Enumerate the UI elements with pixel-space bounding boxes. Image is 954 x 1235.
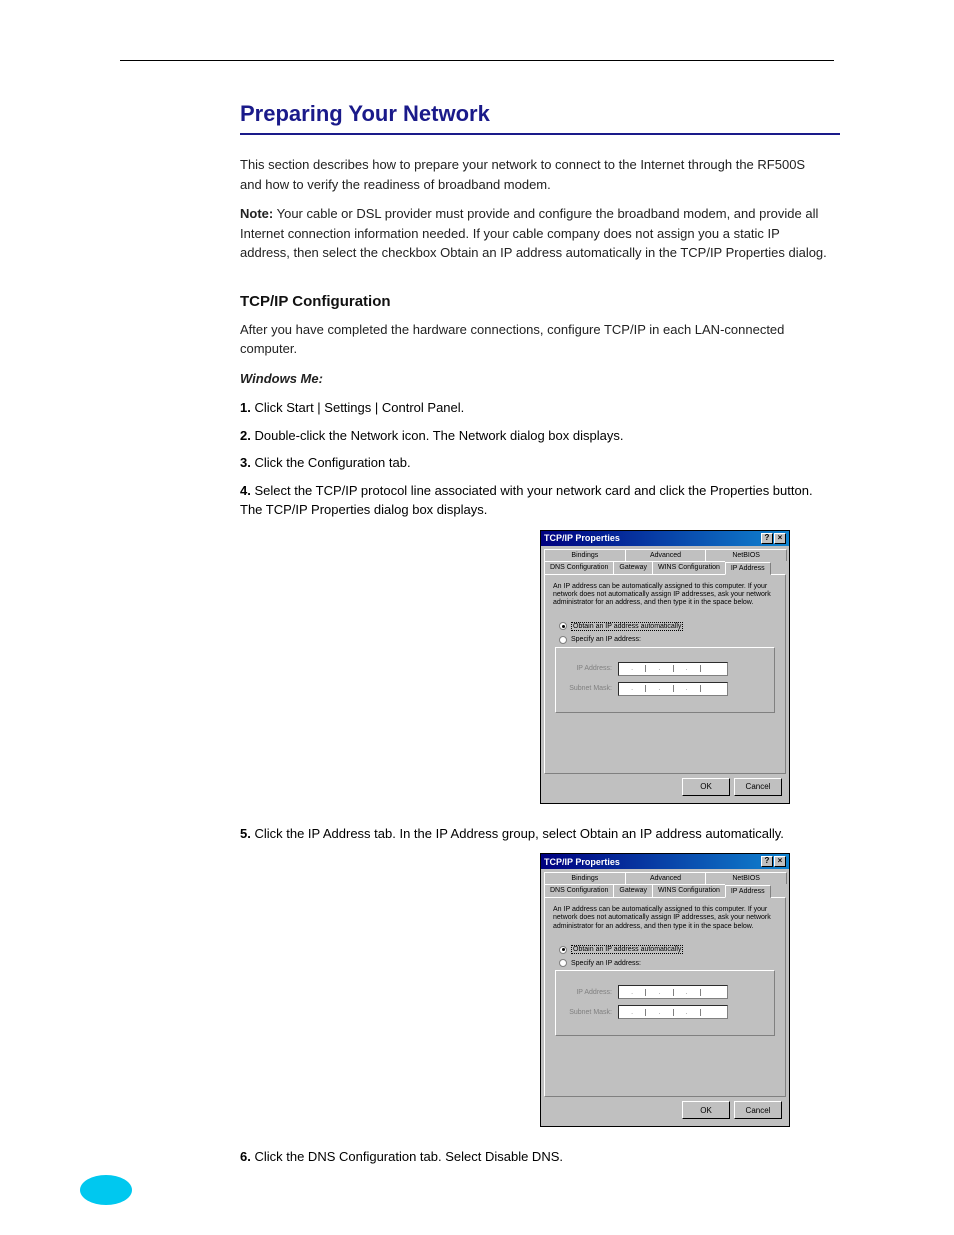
tab-wins[interactable]: WINS Configuration [652,884,726,897]
close-icon[interactable]: × [774,856,786,867]
radio-icon [559,622,567,630]
dialog-titlebar[interactable]: TCP/IP Properties ? × [541,854,789,869]
tab-wins[interactable]: WINS Configuration [652,561,726,574]
title-rule [240,133,840,135]
step-num: 4. [240,483,251,498]
section-title: Preparing Your Network [240,101,834,127]
tab-bindings[interactable]: Bindings [544,872,626,884]
ok-button[interactable]: OK [682,1101,730,1119]
close-icon[interactable]: × [774,533,786,544]
ip-address-input[interactable]: ... [618,662,728,676]
dialog-figure-1: TCP/IP Properties ? × Bindings Advanced … [540,530,834,804]
ip-address-row: IP Address: ... [562,662,768,676]
tcpip-properties-dialog: TCP/IP Properties ? × Bindings Advanced … [540,530,790,804]
step-4: 4. Select the TCP/IP protocol line assoc… [240,481,830,520]
dialog-title: TCP/IP Properties [544,857,620,867]
radio-label: Specify an IP address: [571,960,641,967]
step-text: Select the TCP/IP protocol line associat… [240,483,813,518]
subnet-mask-input[interactable]: ... [618,682,728,696]
subhead-text: After you have completed the hardware co… [240,320,830,359]
step-num: 3. [240,455,251,470]
radio-icon [559,946,567,954]
mask-label: Subnet Mask: [562,1009,612,1016]
radio-icon [559,959,567,967]
tab-gateway[interactable]: Gateway [613,884,653,897]
cancel-button[interactable]: Cancel [734,1101,782,1119]
tab-gateway[interactable]: Gateway [613,561,653,574]
tab-advanced[interactable]: Advanced [625,872,707,884]
radio-obtain-auto[interactable]: Obtain an IP address automatically [559,945,777,954]
step-text: Click the Configuration tab. [254,455,410,470]
note-paragraph: Note: Your cable or DSL provider must pr… [240,204,830,263]
radio-specify[interactable]: Specify an IP address: [559,636,777,644]
dialog-title: TCP/IP Properties [544,533,620,543]
subhead-tcpip: TCP/IP Configuration [240,293,834,310]
tab-netbios[interactable]: NetBIOS [705,549,787,561]
radio-icon [559,636,567,644]
dialog-titlebar[interactable]: TCP/IP Properties ? × [541,531,789,546]
tab-dns[interactable]: DNS Configuration [544,884,614,897]
tcpip-properties-dialog: TCP/IP Properties ? × Bindings Advanced … [540,853,790,1127]
help-icon[interactable]: ? [761,533,773,544]
step-text: Click the IP Address tab. In the IP Addr… [254,826,783,841]
tab-ipaddress[interactable]: IP Address [725,885,771,898]
tab-advanced[interactable]: Advanced [625,549,707,561]
step-num: 1. [240,400,251,415]
ip-label: IP Address: [562,989,612,996]
radio-label: Obtain an IP address automatically [571,622,683,631]
ip-address-input[interactable]: ... [618,985,728,999]
radio-label: Specify an IP address: [571,636,641,643]
tab-bindings[interactable]: Bindings [544,549,626,561]
radio-obtain-auto[interactable]: Obtain an IP address automatically [559,622,777,631]
tab-ipaddress[interactable]: IP Address [725,562,771,575]
specify-group: IP Address: ... Subnet Mask: ... [555,970,775,1036]
dialog-figure-2: TCP/IP Properties ? × Bindings Advanced … [540,853,834,1127]
step-6: 6. Click the DNS Configuration tab. Sele… [240,1147,830,1167]
step-3: 3. Click the Configuration tab. [240,453,830,473]
note-label: Note: [240,206,273,221]
help-icon[interactable]: ? [761,856,773,867]
ok-button[interactable]: OK [682,778,730,796]
step-text: Click Start | Settings | Control Panel. [254,400,464,415]
step-num: 2. [240,428,251,443]
step-text: Double-click the Network icon. The Netwo… [254,428,623,443]
tab-netbios[interactable]: NetBIOS [705,872,787,884]
step-text: Click the DNS Configuration tab. Select … [254,1149,563,1164]
header-rule [120,60,834,61]
page-ornament-icon [80,1175,132,1205]
step-num: 5. [240,826,251,841]
subnet-mask-input[interactable]: ... [618,1005,728,1019]
ip-label: IP Address: [562,665,612,672]
cancel-button[interactable]: Cancel [734,778,782,796]
step-1: 1. Click Start | Settings | Control Pane… [240,398,830,418]
radio-label: Obtain an IP address automatically [571,945,683,954]
dialog-help-text: An IP address can be automatically assig… [553,906,777,931]
step-5: 5. Click the IP Address tab. In the IP A… [240,824,830,844]
step-num: 6. [240,1149,251,1164]
radio-specify[interactable]: Specify an IP address: [559,959,777,967]
subnet-row: Subnet Mask: ... [562,1005,768,1019]
note-text: Your cable or DSL provider must provide … [240,206,827,260]
subnet-row: Subnet Mask: ... [562,682,768,696]
intro-paragraph-1: This section describes how to prepare yo… [240,155,830,194]
tab-dns[interactable]: DNS Configuration [544,561,614,574]
winme-heading: Windows Me: [240,369,830,389]
ip-address-row: IP Address: ... [562,985,768,999]
dialog-help-text: An IP address can be automatically assig… [553,583,777,608]
specify-group: IP Address: ... Subnet Mask: ... [555,647,775,713]
step-2: 2. Double-click the Network icon. The Ne… [240,426,830,446]
mask-label: Subnet Mask: [562,685,612,692]
